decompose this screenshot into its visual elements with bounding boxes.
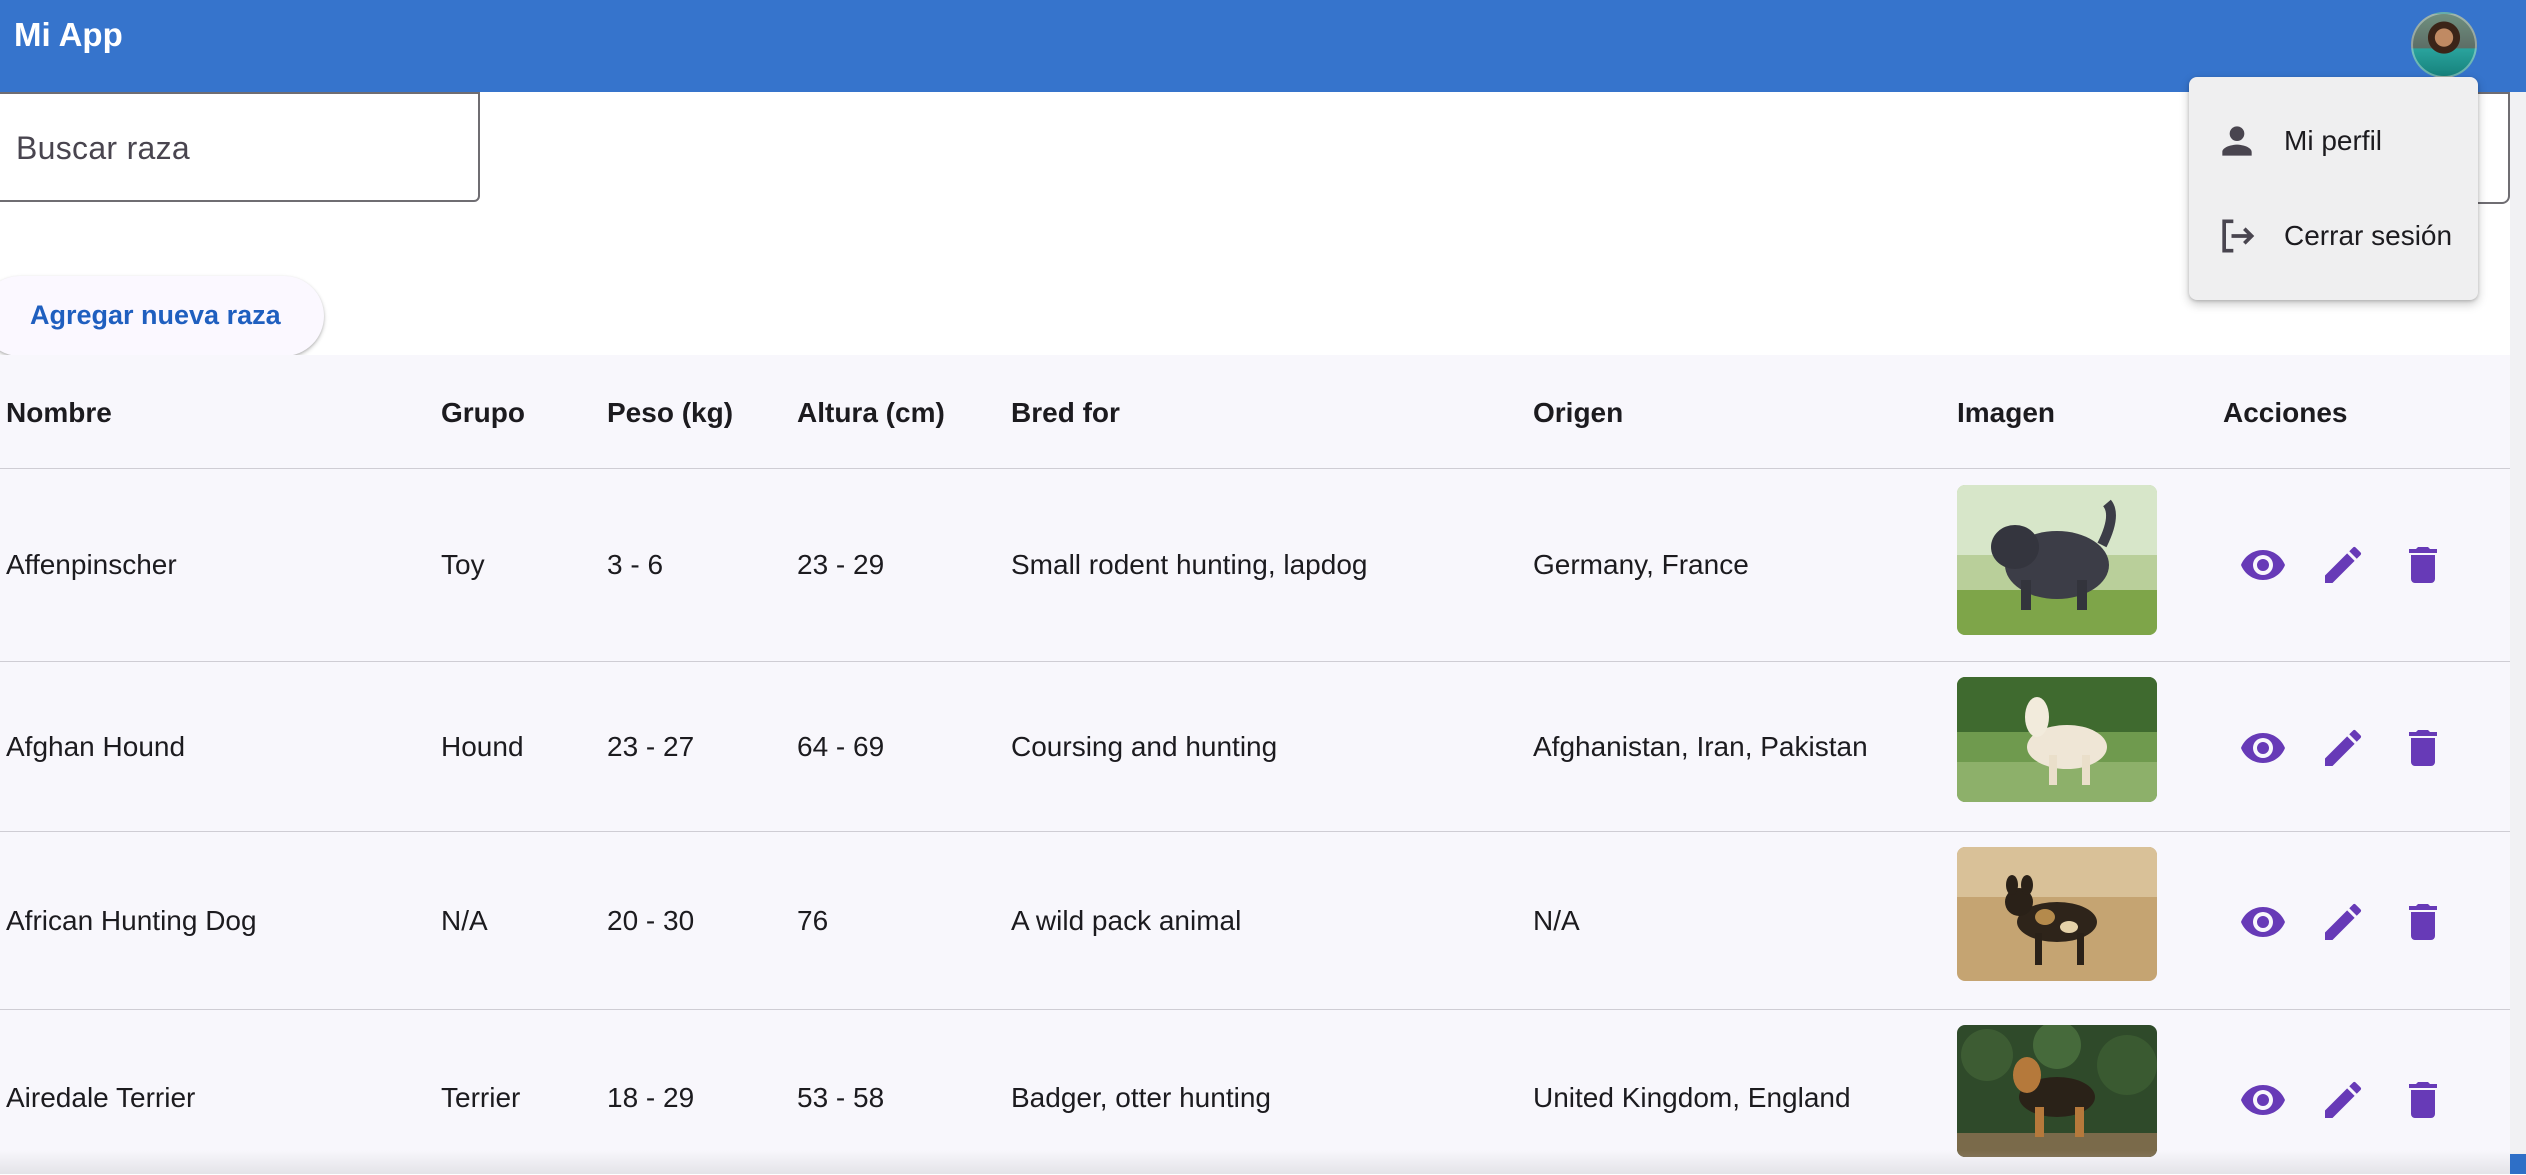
breed-image xyxy=(1957,847,2157,981)
delete-button[interactable] xyxy=(2399,724,2447,772)
view-button[interactable] xyxy=(2239,541,2287,589)
table-row: African Hunting Dog N/A 20 - 30 76 A wil… xyxy=(0,831,2510,1010)
pencil-icon xyxy=(2325,546,2362,583)
app-title: Mi App xyxy=(14,16,123,53)
add-breed-button[interactable]: Agregar nueva raza xyxy=(0,276,324,356)
trash-icon xyxy=(2409,904,2437,940)
user-avatar[interactable] xyxy=(2411,12,2477,78)
cell-grupo: Terrier xyxy=(441,1082,521,1113)
delete-button[interactable] xyxy=(2399,541,2447,589)
cell-peso: 18 - 29 xyxy=(607,1082,695,1113)
view-button[interactable] xyxy=(2239,724,2287,772)
menu-label-logout: Cerrar sesión xyxy=(2284,220,2453,251)
edit-button[interactable] xyxy=(2319,541,2367,589)
trash-icon xyxy=(2409,730,2437,766)
header-acciones: Acciones xyxy=(2223,397,2348,428)
breed-image xyxy=(1957,1025,2157,1157)
cell-peso: 3 - 6 xyxy=(607,549,664,580)
header-grupo: Grupo xyxy=(441,397,525,428)
user-menu: Mi perfil Cerrar sesión xyxy=(2189,77,2478,300)
cell-altura: 64 - 69 xyxy=(797,731,885,762)
view-button[interactable] xyxy=(2239,1076,2287,1124)
cell-origen: N/A xyxy=(1533,905,1580,936)
search-placeholder: Buscar raza xyxy=(16,130,191,166)
trash-icon xyxy=(2409,547,2437,583)
trash-icon xyxy=(2409,1082,2437,1118)
breed-image xyxy=(1957,485,2157,635)
cell-nombre: Airedale Terrier xyxy=(6,1082,196,1113)
header-peso: Peso (kg) xyxy=(607,397,734,428)
cell-grupo: Hound xyxy=(441,731,524,762)
cell-nombre: African Hunting Dog xyxy=(6,905,257,936)
pencil-icon xyxy=(2325,729,2362,766)
menu-item-logout[interactable]: Cerrar sesión xyxy=(2189,172,2478,262)
menu-label-profile: Mi perfil xyxy=(2284,125,2383,156)
add-breed-label: Agregar nueva raza xyxy=(30,300,281,330)
header-origen: Origen xyxy=(1533,397,1624,428)
menu-item-profile[interactable]: Mi perfil xyxy=(2189,77,2478,167)
cell-nombre: Afghan Hound xyxy=(6,731,186,762)
cell-altura: 23 - 29 xyxy=(797,549,885,580)
delete-button[interactable] xyxy=(2399,1076,2447,1124)
edit-button[interactable] xyxy=(2319,898,2367,946)
logout-icon xyxy=(2215,214,2259,258)
edit-button[interactable] xyxy=(2319,1076,2367,1124)
page-edge xyxy=(2510,92,2526,1174)
cell-peso: 20 - 30 xyxy=(607,905,695,936)
eye-icon xyxy=(2241,733,2285,763)
cell-bred-for: Coursing and hunting xyxy=(1011,731,1278,762)
cell-origen: Germany, France xyxy=(1533,549,1749,580)
cell-origen: Afghanistan, Iran, Pakistan xyxy=(1533,731,1868,762)
breed-image xyxy=(1957,677,2157,802)
cell-altura: 53 - 58 xyxy=(797,1082,885,1113)
pencil-icon xyxy=(2325,903,2362,940)
header-imagen: Imagen xyxy=(1957,397,2056,428)
cell-nombre: Affenpinscher xyxy=(6,549,177,580)
eye-icon xyxy=(2241,550,2285,580)
search-input[interactable]: Buscar raza xyxy=(0,92,480,202)
eye-icon xyxy=(2241,907,2285,937)
bottom-shadow xyxy=(0,1150,2526,1174)
cell-altura: 76 xyxy=(797,905,829,936)
view-button[interactable] xyxy=(2239,898,2287,946)
delete-button[interactable] xyxy=(2399,898,2447,946)
header-altura: Altura (cm) xyxy=(797,397,945,428)
header-bred-for: Bred for xyxy=(1011,397,1120,428)
cell-bred-for: Small rodent hunting, lapdog xyxy=(1011,549,1368,580)
person-icon xyxy=(2215,119,2259,163)
cell-bred-for: A wild pack animal xyxy=(1011,905,1242,936)
table-row: Affenpinscher Toy 3 - 6 23 - 29 Small ro… xyxy=(0,468,2510,662)
eye-icon xyxy=(2241,1085,2285,1115)
scroll-edge xyxy=(2510,1154,2526,1174)
app-bar: Mi App xyxy=(0,0,2526,92)
pencil-icon xyxy=(2325,1081,2362,1118)
cell-peso: 23 - 27 xyxy=(607,731,695,762)
cell-grupo: N/A xyxy=(441,905,488,936)
breeds-table: Nombre Grupo Peso (kg) Altura (cm) Bred … xyxy=(0,355,2510,1174)
header-nombre: Nombre xyxy=(6,397,112,428)
table-row: Afghan Hound Hound 23 - 27 64 - 69 Cours… xyxy=(0,661,2510,832)
edit-button[interactable] xyxy=(2319,724,2367,772)
cell-grupo: Toy xyxy=(441,549,485,580)
cell-bred-for: Badger, otter hunting xyxy=(1011,1082,1271,1113)
cell-origen: United Kingdom, England xyxy=(1533,1082,1851,1113)
